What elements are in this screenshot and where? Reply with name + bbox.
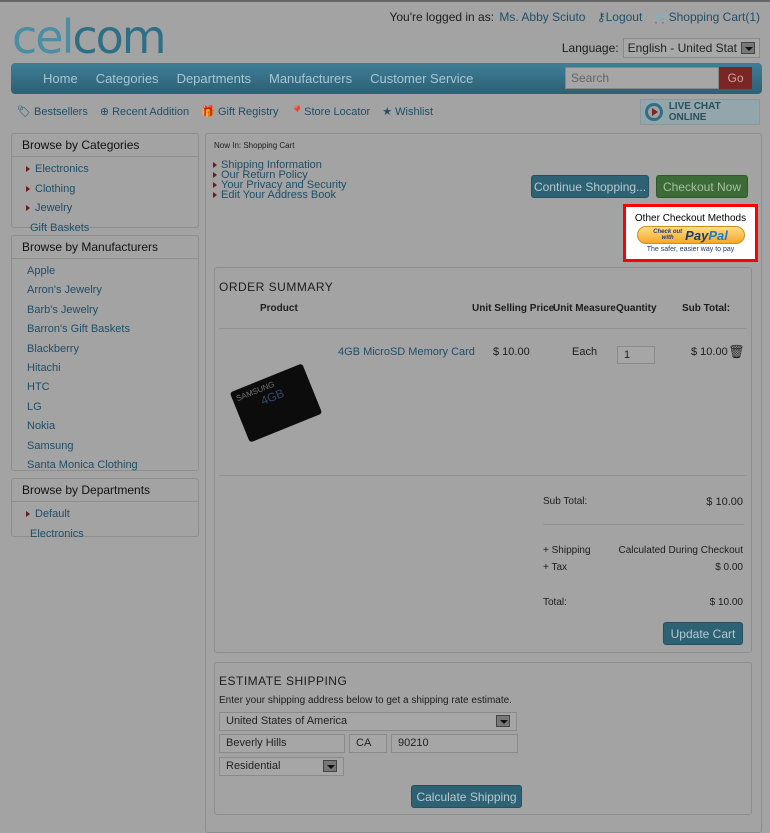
info-links: Shipping Information Our Return Policy Y… (213, 160, 347, 201)
shopping-cart-link[interactable]: 🛒Shopping Cart(1) (654, 10, 760, 24)
chevron-down-icon (323, 760, 337, 772)
unit-measure: Each (572, 346, 598, 358)
col-quantity: Quantity (616, 303, 657, 314)
product-image[interactable]: SAMSUNG 4GB (220, 346, 332, 459)
store-locator-link[interactable]: 📍Store Locator (290, 105, 370, 118)
department-electronics[interactable]: Electronics (12, 526, 198, 544)
gift-registry-link[interactable]: 🎁 Gift Registry (201, 105, 278, 118)
wishlist-link[interactable]: ★ Wishlist (382, 105, 433, 118)
sub-nav: 🏷 Bestsellers ⊕ Recent Addition 🎁 Gift R… (17, 105, 433, 118)
language-select[interactable]: English - United Stat (622, 38, 760, 58)
unit-price: $ 10.00 (493, 346, 530, 358)
zip-input[interactable]: 90210 (391, 734, 518, 753)
manufacturer-item[interactable]: Hitachi (13, 360, 198, 379)
trash-icon[interactable]: 🗑 (728, 344, 745, 360)
manufacturer-item[interactable]: Santa Monica Clothing (13, 457, 198, 476)
nav-categories[interactable]: Categories (96, 71, 159, 86)
recent-addition-link[interactable]: ⊕ Recent Addition (100, 105, 189, 118)
bestsellers-link[interactable]: 🏷 Bestsellers (17, 105, 88, 118)
checkout-now-button[interactable]: Checkout Now (656, 175, 748, 198)
country-select[interactable]: United States of America (219, 712, 517, 731)
nav-home[interactable]: Home (43, 71, 78, 86)
cart-icon: 🛒 (653, 10, 669, 24)
manufacturer-item[interactable]: Apple (13, 263, 198, 282)
account-bar: You're logged in as: Ms. Abby Sciuto ⚷Lo… (389, 10, 760, 24)
go-button[interactable]: Go (719, 67, 752, 89)
language-selector: Language: English - United Stat (562, 38, 760, 58)
state-input[interactable]: CA (349, 734, 387, 753)
chevron-down-icon (496, 715, 510, 727)
col-subtotal: Sub Total: (682, 303, 731, 314)
address-type-select[interactable]: Residential (219, 757, 344, 776)
department-default[interactable]: Default (12, 506, 198, 526)
nav-customer-service[interactable]: Customer Service (370, 71, 473, 86)
manufacturer-item[interactable]: Nokia (13, 418, 198, 437)
manufacturer-item[interactable]: Samsung (13, 438, 198, 457)
logout-link[interactable]: ⚷Logout (597, 10, 643, 24)
user-link[interactable]: Ms. Abby Sciuto (499, 10, 585, 24)
paypal-logo: PayPal (685, 227, 728, 243)
total-value: $ 10.00 (709, 597, 743, 608)
key-icon: ⚷ (596, 10, 606, 24)
paypal-checkout-button[interactable]: Check out with PayPal (636, 226, 745, 244)
celcom-logo[interactable]: celcom (12, 10, 167, 64)
main-nav: Home Categories Departments Manufacturer… (11, 63, 762, 94)
col-product: Product (260, 303, 298, 314)
calculate-shipping-button[interactable]: Calculate Shipping (411, 785, 522, 808)
breadcrumb: Now In: Shopping Cart (214, 141, 295, 150)
other-checkout-methods: Other Checkout Methods Check out with Pay… (623, 204, 758, 262)
product-link[interactable]: 4GB MicroSD Memory Card (338, 346, 475, 358)
manufacturers-panel: Browse by Manufacturers Apple Arron's Jew… (11, 235, 199, 490)
manufacturer-item[interactable]: Blackberry (13, 341, 198, 360)
live-chat-button[interactable]: LIVE CHAT ONLINE (640, 99, 760, 125)
nav-departments[interactable]: Departments (177, 71, 251, 86)
tax-value: $ 0.00 (715, 562, 743, 573)
category-electronics[interactable]: Electronics (12, 161, 198, 181)
categories-title: Browse by Categories (12, 134, 198, 157)
quantity-input[interactable]: 1 (617, 346, 655, 364)
shipping-value: Calculated During Checkout (618, 545, 743, 556)
manufacturer-item[interactable]: LG (13, 399, 198, 418)
nav-manufacturers[interactable]: Manufacturers (269, 71, 352, 86)
departments-panel: Browse by Departments Default Electronic… (11, 478, 199, 540)
col-measure: Unit Measure (553, 303, 616, 314)
order-summary (214, 267, 752, 653)
item-subtotal: $ 10.00 (691, 346, 728, 358)
continue-shopping-button[interactable]: Continue Shopping... (531, 175, 649, 198)
divider (543, 524, 744, 525)
manufacturer-item[interactable]: Arron's Jewelry (13, 282, 198, 301)
chat-icon (645, 103, 663, 121)
subtotal-value: $ 10.00 (706, 496, 743, 508)
address-book-link[interactable]: Edit Your Address Book (213, 190, 347, 201)
manufacturer-item[interactable]: HTC (13, 379, 198, 398)
search-input[interactable]: Search (565, 67, 719, 89)
chevron-down-icon (741, 42, 755, 54)
update-cart-button[interactable]: Update Cart (663, 622, 743, 645)
categories-panel: Browse by Categories Electronics Clothin… (11, 133, 199, 234)
search-form: Search Go (565, 67, 752, 89)
col-price: Unit Selling Price (472, 303, 555, 314)
manufacturer-item[interactable]: Barb's Jewelry (13, 302, 198, 321)
estimate-title: ESTIMATE SHIPPING (219, 674, 348, 688)
category-clothing[interactable]: Clothing (12, 181, 198, 201)
divider (219, 328, 746, 329)
divider (219, 475, 746, 476)
category-jewelry[interactable]: Jewelry (12, 200, 198, 220)
order-summary-title: ORDER SUMMARY (219, 280, 334, 294)
city-input[interactable]: Beverly Hills (219, 734, 345, 753)
manufacturer-item[interactable]: Barron's Gift Baskets (13, 321, 198, 340)
